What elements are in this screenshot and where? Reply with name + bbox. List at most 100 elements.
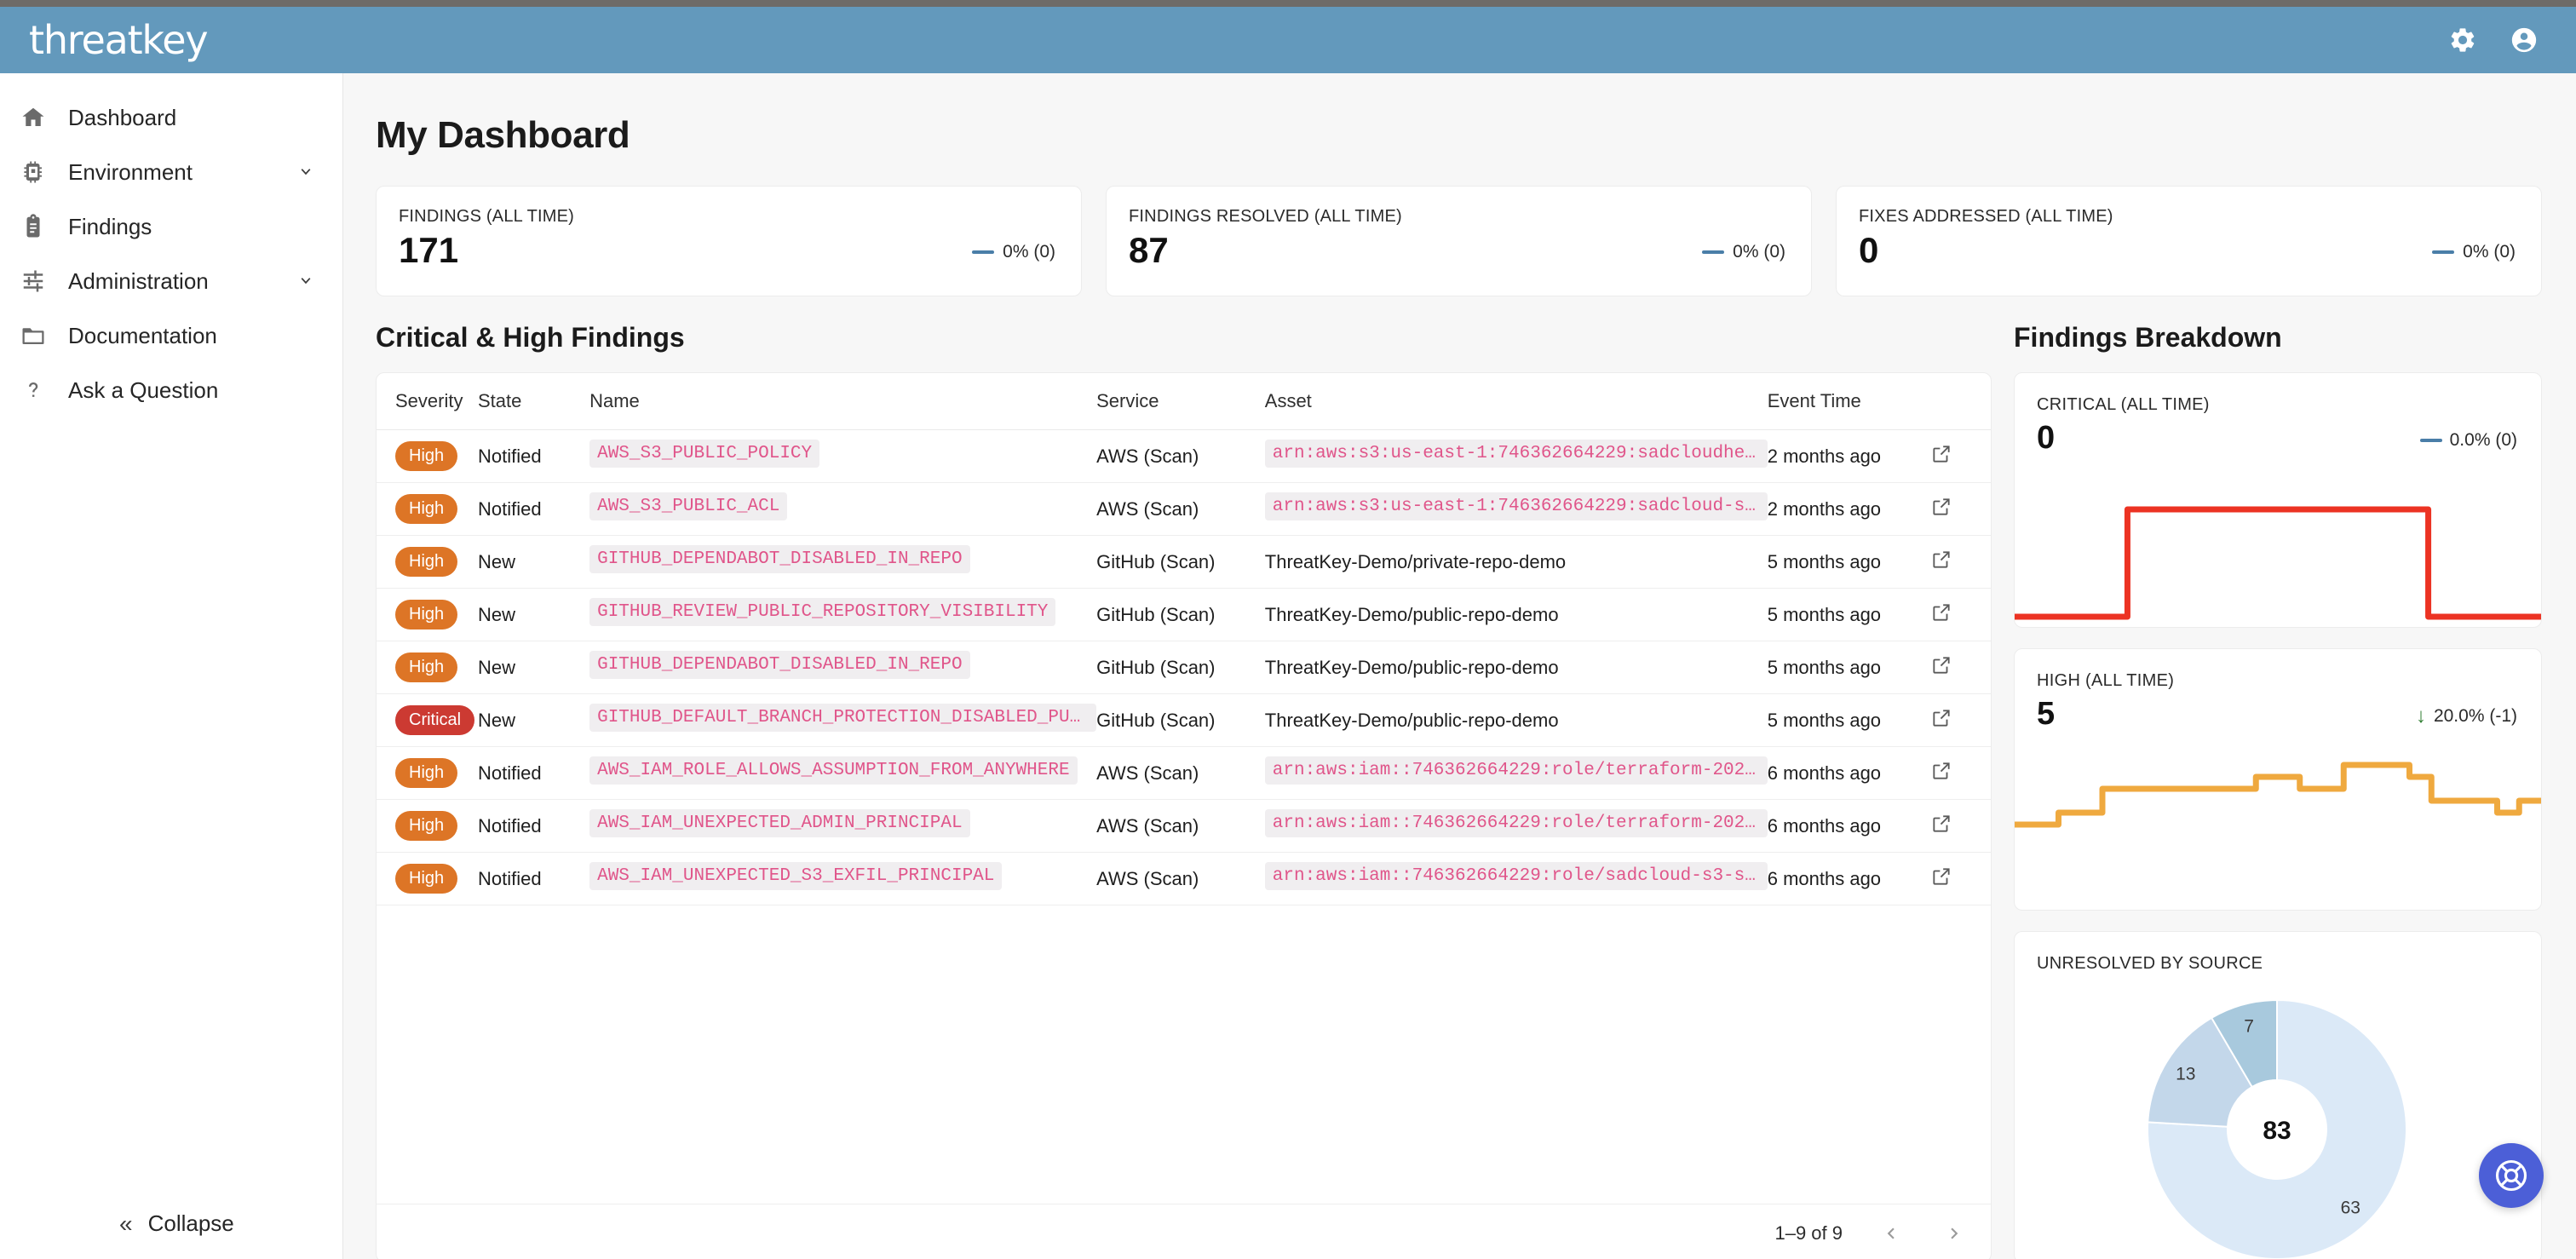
cell-severity: High xyxy=(377,852,478,905)
open-external-icon[interactable] xyxy=(1930,496,1952,518)
panel-value: 0 xyxy=(2037,420,2056,456)
table-row[interactable]: Critical New GITHUB_DEFAULT_BRANCH_PROTECT… xyxy=(377,693,1991,747)
status-badge: High xyxy=(395,864,458,894)
chevron-down-icon[interactable] xyxy=(295,161,317,183)
finding-name-code[interactable]: AWS_S3_PUBLIC_POLICY xyxy=(589,440,820,468)
cell-actions xyxy=(1930,429,1991,483)
gear-icon[interactable] xyxy=(2448,26,2477,55)
cell-severity: Critical xyxy=(377,693,478,747)
finding-name-code[interactable]: AWS_IAM_UNEXPECTED_S3_EXFIL_PRINCIPAL xyxy=(589,862,1003,890)
open-external-icon[interactable] xyxy=(1930,443,1952,465)
asset-code[interactable]: arn:aws:iam::746362664229:role/terraform… xyxy=(1264,756,1768,785)
asset-code[interactable]: arn:aws:s3:us-east-1:746362664229:sadclo… xyxy=(1264,440,1768,468)
table-row[interactable]: High Notified AWS_IAM_UNEXPECTED_ADMIN_PRI… xyxy=(377,799,1991,853)
cell-asset: ThreatKey-Demo/private-repo-demo xyxy=(1264,535,1768,589)
stat-delta: 0% (0) xyxy=(1702,242,1785,269)
table-row[interactable]: High New GITHUB_REVIEW_PUBLIC_REPOSITORY_V… xyxy=(377,588,1991,641)
open-external-icon[interactable] xyxy=(1930,549,1952,571)
cell-state: Notified xyxy=(478,482,590,536)
finding-name-code[interactable]: GITHUB_REVIEW_PUBLIC_REPOSITORY_VISIBILI… xyxy=(589,598,1056,626)
pagination-next-button[interactable] xyxy=(1940,1219,1969,1248)
donut-slice-label: 63 xyxy=(2341,1198,2360,1217)
status-badge: High xyxy=(395,758,458,788)
cell-service: AWS (Scan) xyxy=(1096,852,1265,905)
table-row[interactable]: High New GITHUB_DEPENDABOT_DISABLED_IN_REP… xyxy=(377,535,1991,589)
finding-name-code[interactable]: GITHUB_DEFAULT_BRANCH_PROTECTION_DISABLE… xyxy=(589,704,1097,732)
sidebar-item-label: Administration xyxy=(68,267,209,294)
finding-name-code[interactable]: GITHUB_DEPENDABOT_DISABLED_IN_REPO xyxy=(589,545,970,573)
help-support-button[interactable] xyxy=(2479,1143,2544,1208)
column-header-state[interactable]: State xyxy=(478,373,590,430)
asset-text: ThreatKey-Demo/private-repo-demo xyxy=(1264,550,1567,572)
column-header-service[interactable]: Service xyxy=(1096,373,1265,430)
panel-label: UNRESOLVED BY SOURCE xyxy=(2037,954,2263,973)
finding-name-code[interactable]: GITHUB_DEPENDABOT_DISABLED_IN_REPO xyxy=(589,651,970,679)
asset-code[interactable]: arn:aws:iam::746362664229:role/terraform… xyxy=(1264,809,1768,837)
lifebuoy-icon xyxy=(2495,1159,2527,1192)
open-external-icon[interactable] xyxy=(1930,760,1952,782)
cell-state: New xyxy=(478,693,590,747)
chevron-double-left-icon: « xyxy=(119,1210,133,1237)
column-header-severity[interactable]: Severity xyxy=(377,373,478,430)
sidebar-item-administration[interactable]: Administration xyxy=(0,254,342,308)
stat-bottom: 0 0% (0) xyxy=(1859,231,2516,269)
column-header-event-time[interactable]: Event Time xyxy=(1767,373,1931,430)
column-header-name[interactable]: Name xyxy=(589,373,1097,430)
cell-actions xyxy=(1930,746,1991,800)
finding-name-code[interactable]: AWS_S3_PUBLIC_ACL xyxy=(589,492,788,520)
chip-icon xyxy=(19,158,48,187)
finding-name-code[interactable]: AWS_IAM_UNEXPECTED_ADMIN_PRINCIPAL xyxy=(589,809,970,837)
open-external-icon[interactable] xyxy=(1930,601,1952,624)
stat-label: FINDINGS RESOLVED (ALL TIME) xyxy=(1129,207,1402,226)
panel-critical-all-time: CRITICAL (ALL TIME) 0 0.0% (0) xyxy=(2014,372,2542,628)
stat-delta-label: 0% (0) xyxy=(2463,242,2516,262)
pagination-range: 1–9 of 9 xyxy=(1774,1222,1843,1244)
findings-table-card: Severity State Name Service Asset Event … xyxy=(376,372,1992,1259)
finding-name-code[interactable]: AWS_IAM_ROLE_ALLOWS_ASSUMPTION_FROM_ANYW… xyxy=(589,756,1078,785)
asset-code[interactable]: arn:aws:s3:us-east-1:746362664229:sadclo… xyxy=(1264,492,1768,520)
cell-service: AWS (Scan) xyxy=(1096,429,1265,483)
chevron-down-icon[interactable] xyxy=(295,270,317,292)
panel-value: 5 xyxy=(2037,696,2056,732)
breakdown-column: Findings Breakdown CRITICAL (ALL TIME) 0… xyxy=(2014,322,2542,1259)
sidebar-item-documentation[interactable]: Documentation xyxy=(0,308,342,363)
cell-actions xyxy=(1930,693,1991,747)
sidebar-item-label: Documentation xyxy=(68,322,217,348)
cell-actions xyxy=(1930,641,1991,694)
folder-icon xyxy=(19,321,48,350)
sidebar-item-environment[interactable]: Environment xyxy=(0,145,342,199)
asset-code[interactable]: arn:aws:iam::746362664229:role/sadcloud-… xyxy=(1264,862,1768,890)
table-row[interactable]: High New GITHUB_DEPENDABOT_DISABLED_IN_REP… xyxy=(377,641,1991,694)
open-external-icon[interactable] xyxy=(1930,813,1952,835)
table-row[interactable]: High Notified AWS_IAM_ROLE_ALLOWS_ASSUMPTI… xyxy=(377,746,1991,800)
cell-severity: High xyxy=(377,641,478,694)
stat-delta: 0% (0) xyxy=(972,242,1055,269)
high-sparkline-chart xyxy=(2015,743,2541,871)
column-header-asset[interactable]: Asset xyxy=(1264,373,1768,430)
stat-value: 87 xyxy=(1129,230,1169,270)
sidebar-item-label: Findings xyxy=(68,213,152,239)
open-external-icon[interactable] xyxy=(1930,865,1952,888)
cell-event-time: 5 months ago xyxy=(1767,535,1931,589)
open-external-icon[interactable] xyxy=(1930,707,1952,729)
panel-high-all-time: HIGH (ALL TIME) 5 ↓ 20.0% (-1) xyxy=(2014,648,2542,911)
account-icon[interactable] xyxy=(2510,26,2539,55)
brand-logo[interactable]: threatkey xyxy=(29,17,209,63)
stat-value: 171 xyxy=(399,230,459,270)
open-external-icon[interactable] xyxy=(1930,654,1952,676)
status-badge: Critical xyxy=(395,705,475,735)
sidebar-item-findings[interactable]: Findings xyxy=(0,199,342,254)
table-row[interactable]: High Notified AWS_S3_PUBLIC_ACL AWS (Scan) a… xyxy=(377,482,1991,536)
pagination-prev-button[interactable] xyxy=(1877,1219,1906,1248)
cell-asset: ThreatKey-Demo/public-repo-demo xyxy=(1264,641,1768,694)
cell-asset: arn:aws:iam::746362664229:role/terraform… xyxy=(1264,799,1768,853)
sidebar-item-dashboard[interactable]: Dashboard xyxy=(0,90,342,145)
cell-state: Notified xyxy=(478,429,590,483)
sidebar-item-ask-a-question[interactable]: Ask a Question xyxy=(0,363,342,417)
donut-slice-label: 13 xyxy=(2176,1064,2195,1084)
table-row[interactable]: High Notified AWS_S3_PUBLIC_POLICY AWS (Sca… xyxy=(377,429,1991,483)
cell-name: GITHUB_DEPENDABOT_DISABLED_IN_REPO xyxy=(589,641,1097,694)
table-row[interactable]: High Notified AWS_IAM_UNEXPECTED_S3_EXFIL_… xyxy=(377,852,1991,905)
sidebar-collapse-button[interactable]: « Collapse xyxy=(0,1210,342,1237)
cell-actions xyxy=(1930,799,1991,853)
